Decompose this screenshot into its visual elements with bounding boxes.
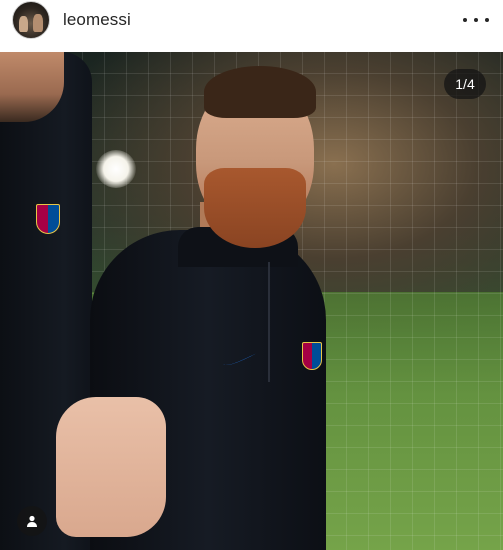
nike-swoosh-icon: [223, 353, 257, 365]
carousel-page-counter: 1/4: [444, 69, 486, 99]
barca-crest-icon: [302, 342, 322, 370]
teammate-hands: [56, 397, 166, 537]
user-tag-icon: [27, 515, 37, 527]
more-dot-icon: [463, 18, 467, 22]
profile-avatar[interactable]: [12, 1, 50, 39]
username-link[interactable]: leomessi: [63, 10, 131, 30]
more-dot-icon: [474, 18, 478, 22]
floodlight: [96, 150, 136, 188]
jacket-zipper: [268, 262, 270, 382]
more-dot-icon: [485, 18, 489, 22]
user-tag-button[interactable]: [17, 506, 47, 536]
player-beard: [204, 168, 306, 248]
post-photo[interactable]: 1/4: [0, 52, 503, 550]
post-header: leomessi: [0, 0, 503, 52]
more-options-button[interactable]: [463, 8, 489, 32]
player-hair: [204, 66, 316, 118]
left-player-crest: [36, 204, 60, 234]
